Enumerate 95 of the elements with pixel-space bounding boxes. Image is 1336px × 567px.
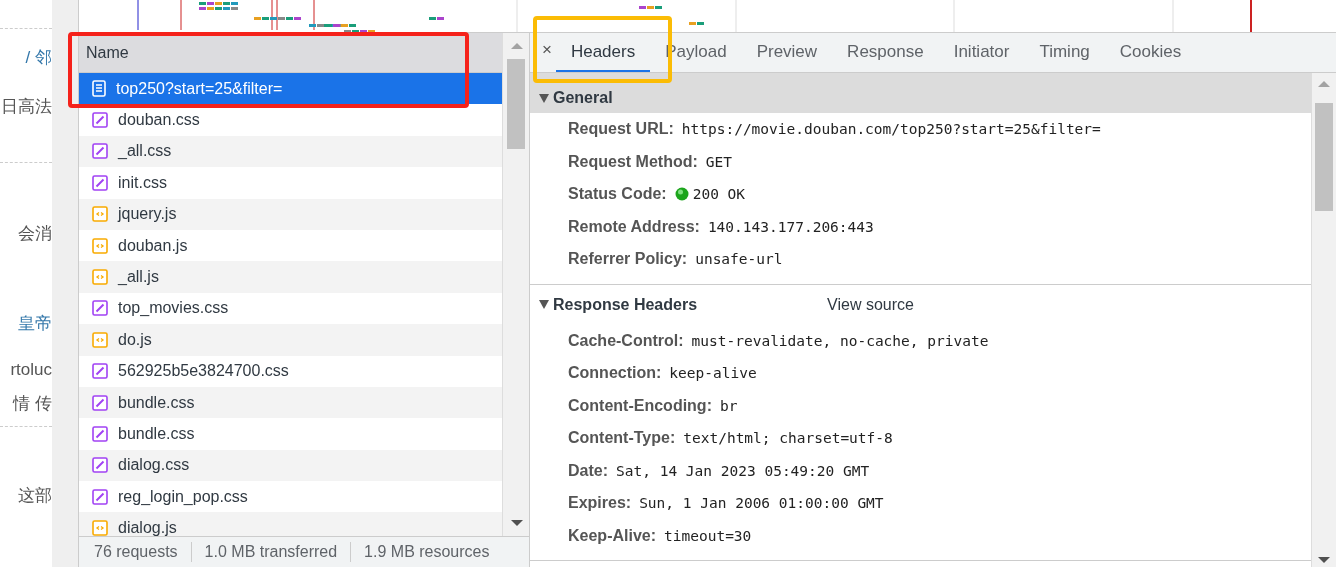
header-value: https://movie.douban.com/top250?start=25&filter= (681, 121, 1101, 138)
header-value: 200 OK (692, 186, 746, 203)
request-row[interactable]: top250?start=25&filter= (79, 73, 502, 105)
header-name: Expires: (568, 494, 632, 513)
column-header[interactable]: Name (79, 33, 502, 73)
stylesheet-icon (92, 488, 108, 505)
section-title[interactable]: General (553, 89, 613, 107)
status-dot-icon (674, 187, 689, 202)
scrollbar[interactable] (1311, 73, 1336, 567)
file-name: top250?start=25&filter= (116, 79, 283, 98)
file-name: dialog.js (118, 519, 177, 536)
request-row[interactable]: douban.js (79, 229, 502, 262)
load-marker (1250, 0, 1252, 32)
page-text: 情 传 (13, 393, 52, 415)
expand-triangle-icon[interactable] (539, 93, 549, 103)
script-icon (92, 206, 108, 223)
file-name: init.css (118, 173, 167, 192)
header-value: GET (705, 153, 732, 170)
request-row[interactable]: jquery.js (79, 198, 502, 230)
header-value: 140.143.177.206:443 (707, 218, 874, 235)
stylesheet-icon (92, 457, 108, 474)
summary-text: 76 requests (93, 542, 179, 562)
header-name: Request URL: (568, 120, 674, 139)
script-icon (92, 520, 108, 536)
request-row[interactable]: dialog.css (79, 449, 502, 482)
script-icon (92, 237, 108, 254)
close-button[interactable]: × (542, 39, 552, 60)
file-name: top_movies.css (118, 299, 229, 318)
page-text: 日高法 (1, 96, 52, 118)
header-value: Sun, 1 Jan 2006 01:00:00 GMT (639, 495, 884, 512)
request-row[interactable]: reg_login_pop.css (79, 481, 502, 513)
header-value: timeout=30 (664, 527, 752, 544)
view-source-link[interactable]: View source (827, 295, 914, 314)
scrollbar[interactable] (502, 33, 529, 536)
request-row[interactable]: bundle.css (79, 386, 502, 419)
page-text: rtoluc (10, 360, 52, 380)
request-row[interactable]: _all.css (79, 135, 502, 168)
header-name: Request Method: (568, 152, 698, 171)
page-text: 皇帝 (18, 313, 52, 335)
request-row[interactable]: 562925b5e3824700.css (79, 355, 502, 387)
header-name: Connection: (568, 364, 662, 383)
file-name: jquery.js (118, 205, 177, 224)
script-icon (92, 269, 108, 286)
request-row[interactable]: douban.css (79, 104, 502, 136)
header-name: Content-Type: (568, 429, 676, 448)
stylesheet-icon (92, 394, 108, 411)
tab[interactable]: Preview (741, 33, 833, 72)
expand-triangle-icon[interactable] (539, 300, 549, 309)
request-row[interactable]: dialog.js (79, 512, 502, 536)
header-value: unsafe-url (695, 251, 783, 268)
header-name: Cache-Control: (568, 331, 684, 350)
stylesheet-icon (92, 112, 108, 129)
document-icon (92, 80, 106, 98)
header-name: Content-Encoding: (568, 396, 712, 415)
page-text: / 邻 (25, 47, 52, 69)
page-text: 会消 (18, 223, 52, 245)
summary-text: 1.0 MB transferred (190, 542, 351, 562)
file-name: 562925b5e3824700.css (118, 362, 289, 381)
stylesheet-icon (92, 143, 108, 160)
file-name: do.js (118, 330, 152, 349)
request-row[interactable]: init.css (79, 167, 502, 199)
header-value: Sat, 14 Jan 2023 05:49:20 GMT (616, 462, 870, 479)
file-name: _all.js (118, 268, 159, 287)
script-icon (92, 331, 108, 348)
request-row[interactable]: do.js (79, 324, 502, 356)
header-name: Date: (568, 461, 608, 480)
header-value: must-revalidate, no-cache, private (691, 332, 989, 349)
tab[interactable]: Response (832, 33, 939, 72)
tab[interactable]: Timing (1024, 33, 1105, 72)
file-name: bundle.css (118, 393, 195, 412)
header-name: Remote Address: (568, 217, 700, 236)
request-row[interactable]: _all.js (79, 261, 502, 293)
file-name: _all.css (118, 142, 172, 161)
file-name: douban.js (118, 236, 188, 255)
stylesheet-icon (92, 174, 108, 191)
summary-text: 1.9 MB resources (350, 542, 503, 562)
request-row[interactable]: bundle.css (79, 418, 502, 450)
file-name: dialog.css (118, 456, 190, 475)
header-value: text/html; charset=utf-8 (683, 430, 893, 447)
file-name: reg_login_pop.css (118, 487, 248, 506)
header-value: keep-alive (669, 365, 757, 382)
header-name: Referrer Policy: (568, 250, 688, 269)
request-row[interactable]: top_movies.css (79, 292, 502, 325)
stylesheet-icon (92, 426, 108, 442)
tab[interactable]: Cookies (1104, 33, 1197, 72)
file-name: douban.css (118, 111, 200, 130)
header-name: Status Code: (568, 185, 667, 204)
file-name: bundle.css (118, 425, 195, 443)
tab[interactable]: Initiator (938, 33, 1025, 72)
section-title[interactable]: Response Headers (553, 295, 698, 314)
header-name: Keep-Alive: (568, 526, 657, 545)
header-value: br (719, 397, 738, 414)
stylesheet-icon (92, 300, 108, 317)
stylesheet-icon (92, 363, 108, 380)
page-text: 这部 (18, 485, 52, 507)
